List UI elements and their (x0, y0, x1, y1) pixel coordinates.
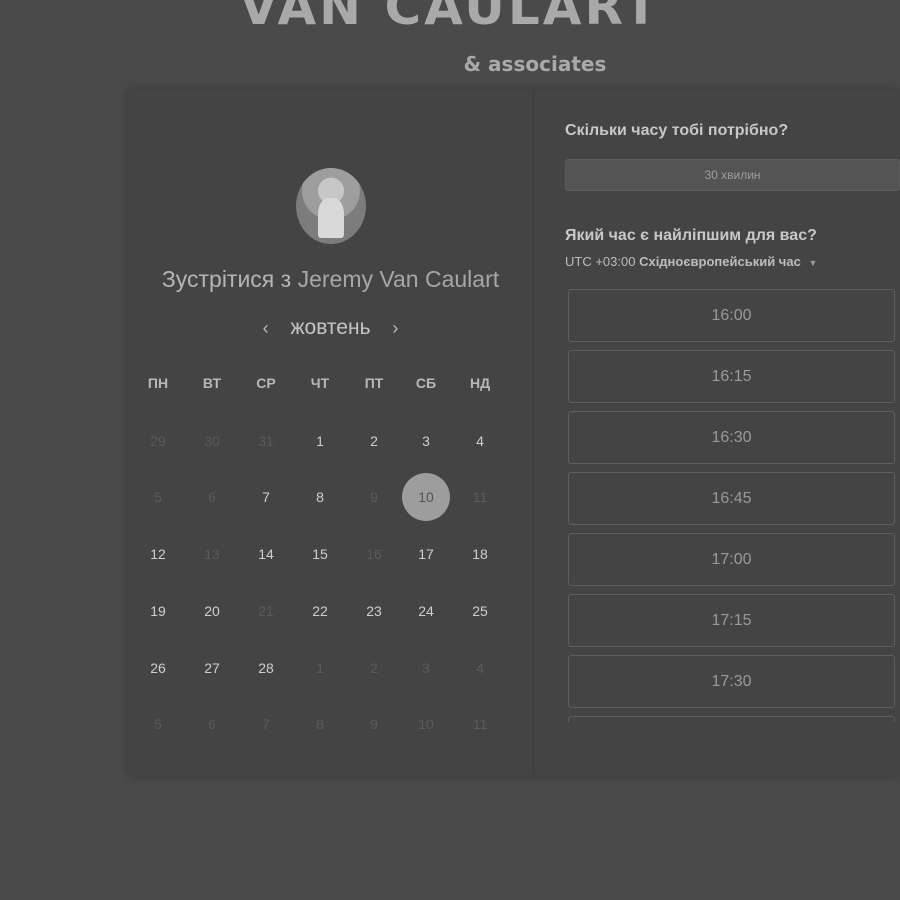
weekday-label: ПН (147, 375, 169, 391)
calendar-day: 9 (370, 489, 378, 505)
calendar-day[interactable]: 23 (350, 587, 398, 635)
timezone-offset: UTC +03:00 (565, 254, 636, 269)
calendar-day: 9 (370, 716, 378, 732)
next-month-button[interactable]: › (392, 318, 398, 339)
weekday-label: СБ (415, 375, 437, 391)
calendar-day[interactable]: 3 (402, 417, 450, 465)
time-slot-button[interactable] (568, 716, 895, 722)
weekday-label: НД (469, 375, 491, 391)
booking-panel: Зустрітися з Jeremy Van Caulart ‹ жовтен… (128, 90, 900, 775)
brand-header: VAN CAULART & associates (0, 0, 900, 90)
calendar-day: 5 (154, 716, 162, 732)
weekday-label: СР (256, 375, 276, 391)
time-slot-button[interactable]: 16:00 (568, 289, 895, 342)
calendar-day[interactable]: 15 (296, 530, 344, 578)
meeting-title: Зустрітися з Jeremy Van Caulart (128, 266, 533, 293)
host-avatar (296, 168, 366, 244)
calendar-day[interactable]: 27 (188, 644, 236, 692)
timezone-selector[interactable]: UTC +03:00 Східноєвропейський час ▼ (565, 254, 817, 269)
calendar-day: 31 (258, 433, 274, 449)
calendar-day[interactable]: 7 (242, 473, 290, 521)
weekday-header: ПН ВТ СР ЧТ ПТ СБ НД (128, 375, 533, 395)
calendar-day[interactable]: 12 (134, 530, 182, 578)
meeting-title-prefix: Зустрітися з (161, 266, 292, 292)
time-slot-button[interactable]: 17:15 (568, 594, 895, 647)
time-selection-section: Скільки часу тобі потрібно? 30 хвилин Як… (565, 90, 900, 775)
calendar-day: 21 (258, 603, 274, 619)
calendar-day[interactable]: 28 (242, 644, 290, 692)
calendar-day[interactable]: 4 (456, 417, 504, 465)
calendar-day[interactable]: 19 (134, 587, 182, 635)
time-slot-list: 16:00 16:15 16:30 16:45 17:00 17:15 17:30 (568, 289, 895, 722)
selected-day[interactable]: 10 (402, 473, 450, 521)
calendar-day: 7 (262, 716, 270, 732)
brand-logo-subtitle: & associates (463, 52, 607, 76)
weekday-label: ВТ (202, 375, 222, 391)
brand-logo-title: VAN CAULART (239, 0, 661, 36)
calendar-day[interactable]: 20 (188, 587, 236, 635)
section-divider (533, 90, 534, 775)
calendar-day: 11 (472, 716, 488, 732)
calendar-day[interactable]: 25 (456, 587, 504, 635)
weekday-label: ЧТ (310, 375, 330, 391)
calendar-day: 29 (150, 433, 166, 449)
time-question: Який час є найліпшим для вас? (565, 227, 817, 244)
time-slot-button[interactable]: 16:45 (568, 472, 895, 525)
calendar-day[interactable]: 1 (296, 417, 344, 465)
time-slot-button[interactable]: 16:15 (568, 350, 895, 403)
time-slot-button[interactable]: 16:30 (568, 411, 895, 464)
weekday-label: ПТ (364, 375, 384, 391)
duration-option[interactable]: 30 хвилин (565, 159, 900, 191)
calendar-day[interactable]: 14 (242, 530, 290, 578)
calendar-day[interactable]: 17 (402, 530, 450, 578)
time-slot-button[interactable]: 17:30 (568, 655, 895, 708)
calendar-day: 30 (204, 433, 220, 449)
calendar-day[interactable]: 18 (456, 530, 504, 578)
calendar-day: 16 (366, 546, 382, 562)
calendar-day: 4 (476, 660, 484, 676)
calendar-day[interactable]: 26 (134, 644, 182, 692)
calendar-day: 10 (418, 716, 434, 732)
duration-question: Скільки часу тобі потрібно? (565, 122, 789, 139)
host-name: Jeremy Van Caulart (297, 266, 500, 292)
calendar-day: 5 (154, 489, 162, 505)
calendar-day: 6 (208, 716, 216, 732)
calendar-day[interactable]: 24 (402, 587, 450, 635)
calendar-day: 13 (204, 546, 220, 562)
calendar-day: 8 (316, 716, 324, 732)
calendar-day: 11 (472, 489, 488, 505)
calendar-section: Зустрітися з Jeremy Van Caulart ‹ жовтен… (128, 90, 533, 775)
calendar-day: 6 (208, 489, 216, 505)
calendar-day: 1 (316, 660, 324, 676)
chevron-down-icon: ▼ (808, 258, 818, 268)
timezone-name: Східноєвропейський час (639, 254, 801, 269)
time-slot-button[interactable]: 17:00 (568, 533, 895, 586)
calendar-day: 3 (422, 660, 430, 676)
prev-month-button[interactable]: ‹ (263, 318, 269, 339)
calendar-day[interactable]: 2 (350, 417, 398, 465)
calendar-day[interactable]: 22 (296, 587, 344, 635)
month-label: жовтень (290, 316, 371, 339)
calendar-day[interactable]: 8 (296, 473, 344, 521)
calendar-day: 2 (370, 660, 378, 676)
month-navigation: ‹ жовтень › (128, 316, 533, 340)
